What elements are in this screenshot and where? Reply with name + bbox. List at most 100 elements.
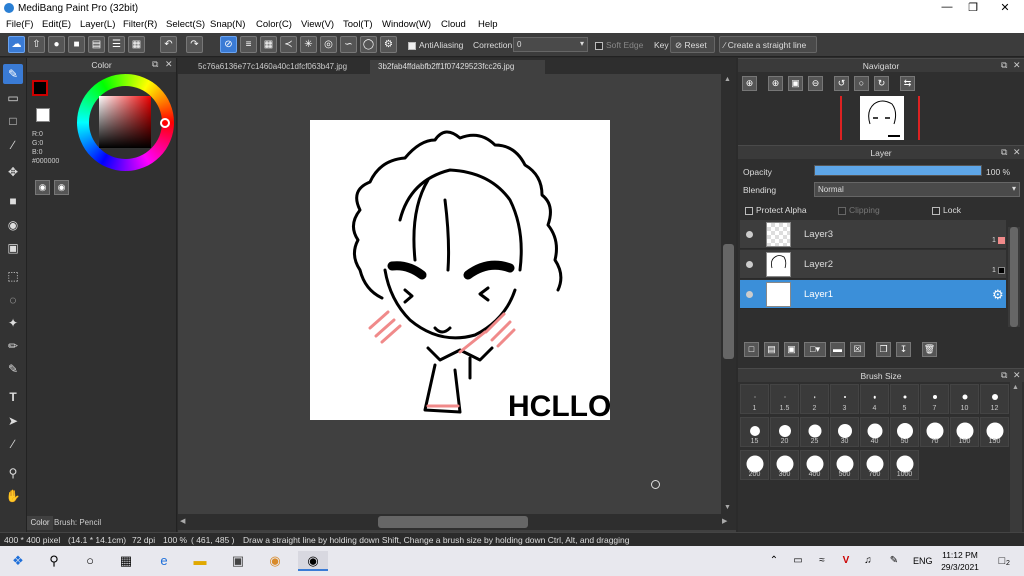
clipping-checkbox[interactable]: Clipping [838, 205, 880, 215]
scroll-up-icon[interactable]: ▲ [1012, 384, 1019, 391]
rotate-reset-icon[interactable]: ○ [854, 76, 869, 91]
reset-button[interactable]: ⊘ Reset [670, 36, 715, 53]
brush-size-30[interactable]: 30 [830, 417, 859, 447]
tab-document-2[interactable]: 3b2fab4ffdabfb2ff1f07429523fcc26.jpg [370, 60, 545, 74]
menu-filter[interactable]: Filter(R) [123, 19, 157, 30]
brush-size-5[interactable]: 5 [890, 384, 919, 414]
horizontal-scrollbar[interactable]: ◀ ▶ [178, 514, 736, 530]
document-icon[interactable]: ▤ [88, 36, 105, 53]
brush-size-10[interactable]: 10 [950, 384, 979, 414]
menu-select[interactable]: Select(S) [166, 19, 205, 30]
menu-window[interactable]: Window(W) [382, 19, 431, 30]
brush-size-100[interactable]: 100 [950, 417, 979, 447]
vanish-snap-icon[interactable]: ≺ [280, 36, 297, 53]
brush-size-25[interactable]: 25 [800, 417, 829, 447]
new-folder-icon[interactable]: ▬ [830, 342, 845, 357]
add-layer-menu-icon[interactable]: □▾ [804, 342, 826, 357]
pen-icon[interactable]: ✎ [884, 551, 904, 571]
restore-icon[interactable]: ❐ [958, 1, 988, 16]
rotate-right-icon[interactable]: ↻ [874, 76, 889, 91]
layer-close-icon[interactable]: ✕ [1013, 147, 1021, 158]
scroll-left-icon[interactable]: ◀ [180, 517, 185, 525]
correction-dropdown[interactable]: 0 ▾ [513, 37, 588, 52]
new-8bit-layer-icon[interactable]: ▣ [784, 342, 799, 357]
fit-screen-icon[interactable]: ▣ [788, 76, 803, 91]
layer-row-layer3[interactable]: Layer3 1 [740, 220, 1006, 249]
menu-view[interactable]: View(V) [301, 19, 334, 30]
flip-icon[interactable]: ⇆ [900, 76, 915, 91]
layer-settings-gear-icon[interactable]: ⚙ [992, 287, 1004, 303]
cloud-icon[interactable]: ☁ [8, 36, 25, 53]
navigator-popout-icon[interactable]: ⧉ [1001, 60, 1007, 71]
vertical-scroll-thumb[interactable] [723, 244, 734, 359]
dot-brush-tool-icon[interactable]: ∕ [3, 135, 23, 155]
brush-size-1[interactable]: 1 [740, 384, 769, 414]
opacity-slider[interactable] [814, 165, 982, 176]
brush-size-2[interactable]: 2 [800, 384, 829, 414]
close-icon[interactable]: ✕ [990, 1, 1020, 16]
brush-size-1.5[interactable]: 1.5 [770, 384, 799, 414]
operation-tool-icon[interactable]: ➤ [3, 411, 23, 431]
gradient-tool-icon[interactable]: ▣ [3, 238, 23, 258]
clock[interactable]: 11:12 PM 29/3/2021 [937, 549, 983, 573]
zoom-out-icon[interactable]: ⊖ [808, 76, 823, 91]
eyedropper-tool-icon[interactable]: ⚲ [3, 463, 23, 483]
task-view-icon[interactable]: ▦ [116, 551, 136, 571]
eraser-tool-icon[interactable]: ▭ [3, 88, 23, 108]
menu-color[interactable]: Color(C) [256, 19, 292, 30]
select-eraser-tool-icon[interactable]: ✎ [3, 359, 23, 379]
layer-row-layer1[interactable]: Layer1 ⚙ [740, 280, 1006, 309]
ellipse-snap-icon[interactable]: ◯ [360, 36, 377, 53]
menu-edit[interactable]: Edit(E) [42, 19, 71, 30]
menu-tool[interactable]: Tool(T) [343, 19, 373, 30]
move-tool-icon[interactable]: ✥ [3, 162, 23, 182]
horizontal-scroll-thumb[interactable] [378, 516, 528, 528]
radial-snap-icon[interactable]: ✳ [300, 36, 317, 53]
fill-rect-tool-icon[interactable]: ■ [3, 191, 23, 211]
share-icon[interactable]: ⇧ [28, 36, 45, 53]
brush-size-4[interactable]: 4 [860, 384, 889, 414]
battery-icon[interactable]: ▭ [788, 551, 808, 571]
brush-size-500[interactable]: 500 [830, 450, 859, 480]
duplicate-layer-icon[interactable]: ❐ [876, 342, 891, 357]
scroll-down-icon[interactable]: ▼ [724, 504, 731, 511]
visibility-icon[interactable] [746, 291, 753, 298]
brush-size-1000[interactable]: 1000 [890, 450, 919, 480]
undo-icon[interactable]: ↶ [160, 36, 177, 53]
palette-icon[interactable]: ◉ [35, 180, 50, 195]
visibility-icon[interactable] [746, 261, 753, 268]
tray-chevron-up-icon[interactable]: ⌃ [764, 551, 784, 571]
divide-tool-icon[interactable]: ∕ [3, 434, 23, 454]
layer-scroll-thumb[interactable] [1010, 227, 1018, 327]
search-icon[interactable]: ⚲ [44, 551, 64, 571]
no-snap-icon[interactable]: ⊘ [220, 36, 237, 53]
soft-edge-checkbox[interactable]: Soft Edge [595, 40, 643, 50]
language-indicator[interactable]: ENG [913, 556, 933, 566]
saturation-square[interactable] [99, 96, 151, 148]
brush-size-70[interactable]: 70 [920, 417, 949, 447]
brush-size-12[interactable]: 12 [980, 384, 1009, 414]
menu-cloud[interactable]: Cloud [441, 19, 466, 30]
circle-snap-icon[interactable]: ◎ [320, 36, 337, 53]
new-layer-icon[interactable]: □ [744, 342, 759, 357]
brush-size-400[interactable]: 400 [800, 450, 829, 480]
comment-icon[interactable]: ● [48, 36, 65, 53]
brush-popout-icon[interactable]: ⧉ [1001, 370, 1007, 381]
protect-alpha-checkbox[interactable]: Protect Alpha [745, 205, 807, 215]
file-explorer-icon[interactable]: ▬ [190, 551, 210, 571]
grid-icon[interactable]: ▦ [128, 36, 145, 53]
color-palette-icon[interactable]: ◉ [54, 180, 69, 195]
navigator-close-icon[interactable]: ✕ [1013, 60, 1021, 71]
new-halftone-layer-icon[interactable]: ▤ [764, 342, 779, 357]
hue-handle[interactable] [160, 118, 170, 128]
shape-tool-icon[interactable]: □ [3, 111, 23, 131]
lock-checkbox[interactable]: Lock [932, 205, 961, 215]
brush-size-200[interactable]: 200 [740, 450, 769, 480]
delete-layer-alt-icon[interactable]: ☒ [850, 342, 865, 357]
menu-snap[interactable]: Snap(N) [210, 19, 245, 30]
create-straight-line-button[interactable]: ∕ Create a straight line [719, 36, 817, 53]
layer-popout-icon[interactable]: ⧉ [1001, 147, 1007, 158]
store-icon[interactable]: ▣ [228, 551, 248, 571]
brush-size-150[interactable]: 150 [980, 417, 1009, 447]
medibang-taskbar-icon[interactable]: ◉ [298, 551, 328, 571]
